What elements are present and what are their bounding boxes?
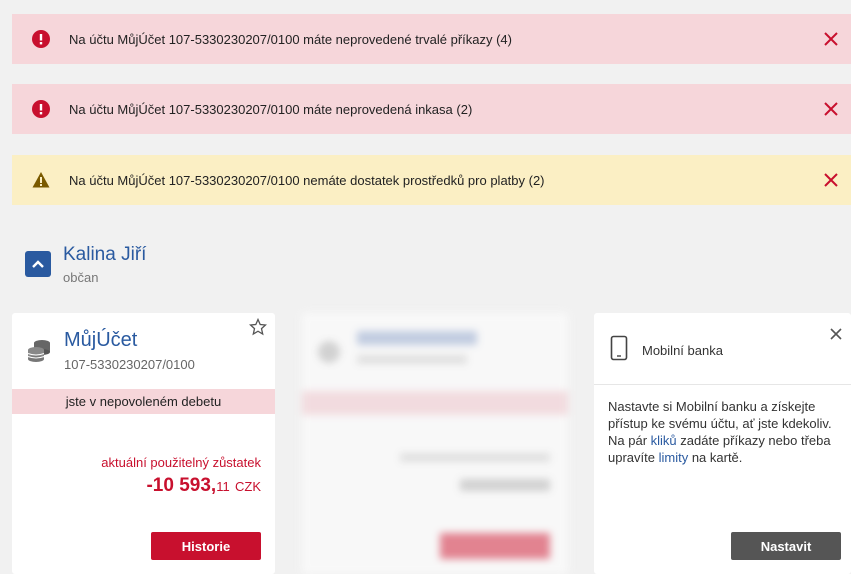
alert-insufficient-funds: Na účtu MůjÚčet 107-5330230207/0100 nemá…: [12, 155, 851, 205]
alert-text: Na účtu MůjÚčet 107-5330230207/0100 nemá…: [69, 172, 545, 188]
account-name[interactable]: MůjÚčet: [64, 329, 137, 352]
account-card[interactable]: MůjÚčet 107-5330230207/0100 jste v nepov…: [12, 313, 275, 574]
clicks-link[interactable]: kliků: [651, 433, 677, 448]
divider: [594, 384, 851, 385]
owner-role: občan: [63, 270, 99, 285]
warning-triangle-icon: [32, 172, 50, 188]
mobile-bank-panel: Mobilní banka Nastavte si Mobilní banku …: [594, 313, 851, 574]
balance-label: aktuální použitelný zůstatek: [101, 455, 261, 470]
balance-currency: CZK: [235, 479, 261, 494]
history-button[interactable]: Historie: [151, 532, 261, 560]
balance-main: -10 593,: [146, 475, 217, 496]
balance-cents: 11: [216, 479, 230, 494]
close-icon[interactable]: [823, 101, 839, 117]
mobile-bank-description: Nastavte si Mobilní banku a získejte pří…: [608, 398, 838, 466]
coins-icon: [27, 340, 50, 362]
alert-direct-debits: Na účtu MůjÚčet 107-5330230207/0100 máte…: [12, 84, 851, 134]
blurred-account-card: [302, 313, 568, 574]
close-icon[interactable]: [823, 172, 839, 188]
description-text: na kartě.: [688, 450, 743, 465]
chevron-up-icon: [32, 260, 44, 268]
smartphone-icon: [610, 335, 628, 361]
close-icon[interactable]: [829, 327, 843, 341]
mobile-bank-title: Mobilní banka: [642, 343, 723, 358]
limits-link[interactable]: limity: [659, 450, 689, 465]
balance-amount: -10 593,11 CZK: [146, 475, 261, 497]
collapse-owner-button[interactable]: [25, 251, 51, 277]
star-icon[interactable]: [249, 318, 267, 336]
exclamation-circle-icon: [32, 30, 50, 48]
owner-name: Kalina Jiří: [63, 244, 147, 265]
close-icon[interactable]: [823, 31, 839, 47]
alert-text: Na účtu MůjÚčet 107-5330230207/0100 máte…: [69, 31, 512, 47]
setup-button[interactable]: Nastavit: [731, 532, 841, 560]
alert-standing-orders: Na účtu MůjÚčet 107-5330230207/0100 máte…: [12, 14, 851, 64]
exclamation-circle-icon: [32, 100, 50, 118]
alert-text: Na účtu MůjÚčet 107-5330230207/0100 máte…: [69, 101, 473, 117]
account-number: 107-5330230207/0100: [64, 357, 195, 372]
debet-status-bar: jste v nepovoleném debetu: [12, 389, 275, 414]
